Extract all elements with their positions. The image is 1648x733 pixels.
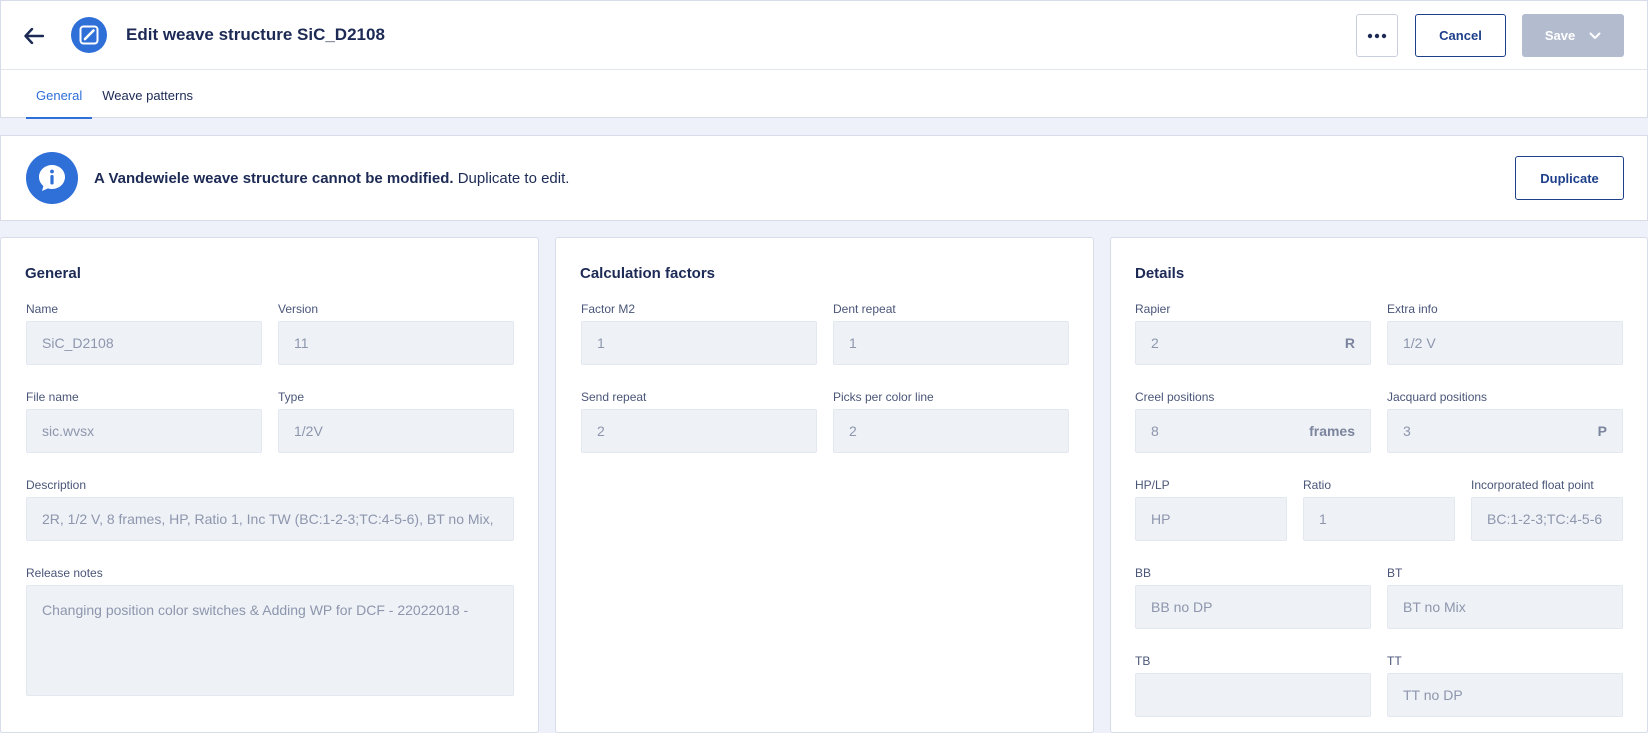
- incorporated-float-point-label: Incorporated float point: [1471, 478, 1594, 492]
- tt-field: TT TT no DP: [1387, 654, 1623, 717]
- description-input[interactable]: 2R, 1/2 V, 8 frames, HP, Ratio 1, Inc TW…: [26, 497, 514, 541]
- jacquard-positions-field: Jacquard positions 3 P: [1387, 390, 1623, 453]
- calculation-factors-title: Calculation factors: [580, 265, 716, 282]
- type-field: Type 1/2V: [278, 390, 514, 453]
- tb-input[interactable]: [1135, 673, 1371, 717]
- hp-lp-label: HP/LP: [1135, 478, 1170, 492]
- incorporated-float-point-field: Incorporated float point BC:1-2-3;TC:4-5…: [1471, 478, 1623, 541]
- rapier-label: Rapier: [1135, 302, 1171, 316]
- bb-input[interactable]: BB no DP: [1135, 585, 1371, 629]
- info-badge: [26, 152, 78, 204]
- version-input[interactable]: 11: [278, 321, 514, 365]
- ratio-label: Ratio: [1303, 478, 1332, 492]
- send-repeat-input[interactable]: 2: [581, 409, 817, 453]
- type-input[interactable]: 1/2V: [278, 409, 514, 453]
- calculation-factors-card: Calculation factors Factor M2 1 Dent rep…: [555, 237, 1094, 733]
- jacquard-positions-input[interactable]: 3 P: [1387, 409, 1623, 453]
- page-title: Edit weave structure SiC_D2108: [126, 25, 385, 44]
- top-bar: Edit weave structure SiC_D2108 Cancel Sa…: [0, 0, 1648, 119]
- release-notes-textarea[interactable]: Changing position color switches & Addin…: [26, 585, 514, 696]
- creel-positions-field: Creel positions 8 frames: [1135, 390, 1371, 453]
- tb-field: TB: [1135, 654, 1371, 717]
- ratio-input[interactable]: 1: [1303, 497, 1455, 541]
- dent-repeat-field: Dent repeat 1: [833, 302, 1069, 365]
- extra-info-input[interactable]: 1/2 V: [1387, 321, 1623, 365]
- factor-m2-field: Factor M2 1: [581, 302, 817, 365]
- name-label: Name: [26, 302, 59, 316]
- cancel-button[interactable]: Cancel: [1415, 14, 1506, 57]
- bt-field: BT BT no Mix: [1387, 566, 1623, 629]
- tt-input[interactable]: TT no DP: [1387, 673, 1623, 717]
- creel-positions-label: Creel positions: [1135, 390, 1215, 404]
- tb-label: TB: [1135, 654, 1151, 668]
- bt-label: BT: [1387, 566, 1403, 580]
- save-button-label: Save: [1544, 28, 1576, 43]
- type-label: Type: [278, 390, 305, 404]
- send-repeat-label: Send repeat: [581, 390, 647, 404]
- dent-repeat-input[interactable]: 1: [833, 321, 1069, 365]
- jacquard-positions-label: Jacquard positions: [1387, 390, 1488, 404]
- header: Edit weave structure SiC_D2108 Cancel Sa…: [1, 1, 1647, 70]
- creel-positions-unit: frames: [1309, 423, 1355, 439]
- creel-positions-input[interactable]: 8 frames: [1135, 409, 1371, 453]
- rapier-field: Rapier 2 R: [1135, 302, 1371, 365]
- general-card-title: General: [25, 265, 81, 282]
- file-name-label: File name: [26, 390, 79, 404]
- duplicate-button[interactable]: Duplicate: [1515, 156, 1624, 200]
- banner-message-rest: Duplicate to edit.: [453, 170, 570, 187]
- more-options-button[interactable]: [1356, 14, 1398, 57]
- jacquard-positions-value: 3: [1403, 423, 1411, 439]
- details-card: Details Rapier 2 R Extra info 1/2 V Cree…: [1110, 237, 1648, 733]
- arrow-left-icon: [24, 28, 44, 44]
- version-field: Version 11: [278, 302, 514, 365]
- ratio-field: Ratio 1: [1303, 478, 1455, 541]
- file-name-field: File name sic.wvsx: [26, 390, 262, 453]
- tab-weave-patterns[interactable]: Weave patterns: [92, 71, 203, 119]
- dent-repeat-label: Dent repeat: [833, 302, 896, 316]
- creel-positions-value: 8: [1151, 423, 1159, 439]
- pencil-icon: [79, 25, 99, 45]
- edit-badge: [71, 17, 107, 53]
- release-notes-field: Release notes Changing position color sw…: [26, 566, 514, 696]
- info-icon: [39, 165, 65, 191]
- bb-field: BB BB no DP: [1135, 566, 1371, 629]
- name-input[interactable]: SiC_D2108: [26, 321, 262, 365]
- send-repeat-field: Send repeat 2: [581, 390, 817, 453]
- details-title: Details: [1135, 265, 1185, 282]
- tt-label: TT: [1387, 654, 1402, 668]
- extra-info-label: Extra info: [1387, 302, 1438, 316]
- picks-per-color-line-input[interactable]: 2: [833, 409, 1069, 453]
- tab-general[interactable]: General: [26, 71, 93, 119]
- picks-per-color-line-label: Picks per color line: [833, 390, 934, 404]
- rapier-unit: R: [1344, 335, 1355, 351]
- rapier-value: 2: [1151, 335, 1159, 351]
- ellipsis-icon: [1367, 33, 1387, 38]
- banner-message: A Vandewiele weave structure cannot be m…: [94, 169, 569, 189]
- factor-m2-input[interactable]: 1: [581, 321, 817, 365]
- file-name-input[interactable]: sic.wvsx: [26, 409, 262, 453]
- bt-input[interactable]: BT no Mix: [1387, 585, 1623, 629]
- name-field: Name SiC_D2108: [26, 302, 262, 365]
- rapier-input[interactable]: 2 R: [1135, 321, 1371, 365]
- hp-lp-field: HP/LP HP: [1135, 478, 1287, 541]
- factor-m2-label: Factor M2: [581, 302, 636, 316]
- chevron-down-icon: [1589, 32, 1601, 39]
- jacquard-positions-unit: P: [1597, 423, 1607, 439]
- general-card: General Name SiC_D2108 Version 11 File n…: [0, 237, 539, 733]
- release-notes-label: Release notes: [26, 566, 103, 580]
- hp-lp-input[interactable]: HP: [1135, 497, 1287, 541]
- picks-per-color-line-field: Picks per color line 2: [833, 390, 1069, 453]
- back-button[interactable]: [21, 23, 47, 49]
- info-banner: A Vandewiele weave structure cannot be m…: [0, 135, 1648, 221]
- description-field: Description 2R, 1/2 V, 8 frames, HP, Rat…: [26, 478, 514, 541]
- save-button[interactable]: Save: [1522, 14, 1624, 57]
- banner-message-bold: A Vandewiele weave structure cannot be m…: [94, 170, 454, 187]
- bb-label: BB: [1135, 566, 1152, 580]
- extra-info-field: Extra info 1/2 V: [1387, 302, 1623, 365]
- tab-bar: General Weave patterns: [26, 71, 203, 119]
- description-label: Description: [26, 478, 87, 492]
- version-label: Version: [278, 302, 319, 316]
- incorporated-float-point-input[interactable]: BC:1-2-3;TC:4-5-6: [1471, 497, 1623, 541]
